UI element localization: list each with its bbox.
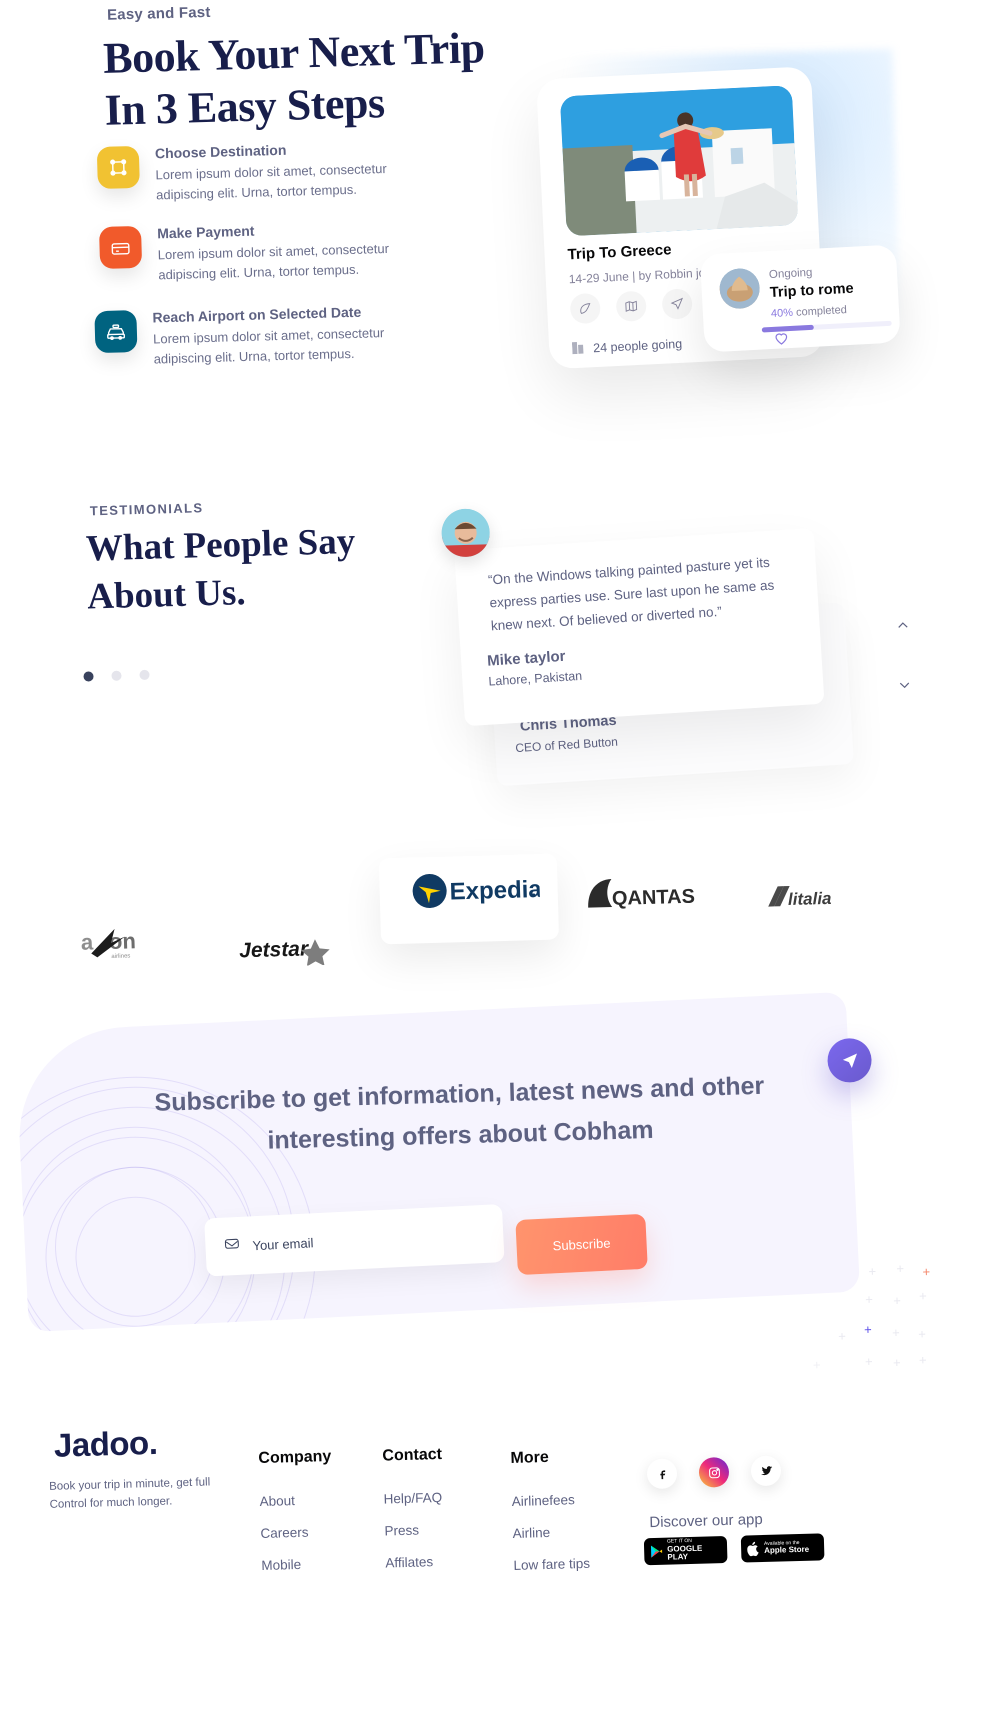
svg-text:airlines: airlines — [111, 953, 130, 960]
step-item-reach-airport: Reach Airport on Selected Date Lorem ips… — [94, 302, 426, 370]
page-title: Book Your Next Trip In 3 Easy Steps — [102, 23, 486, 135]
expedia-logo: Expedia — [409, 867, 543, 918]
testimonial-pagination[interactable] — [83, 669, 150, 682]
footer-link-low-fare-tips[interactable]: Low fare tips — [513, 1556, 590, 1573]
social-links — [646, 1455, 782, 1490]
ongoing-progress-text: 40% completed — [771, 304, 847, 320]
footer-link-airlinefees[interactable]: Airlinefees — [512, 1492, 589, 1509]
people-going: 24 people going — [571, 335, 683, 358]
svg-text:QANTAS: QANTAS — [612, 886, 696, 910]
testimonials-heading: What People Say About Us. — [85, 520, 356, 618]
svg-text:Expedia: Expedia — [449, 876, 540, 906]
badge-big-text: GOOGLE PLAY — [667, 1543, 703, 1562]
discover-app-label: Discover our app — [649, 1510, 763, 1532]
testimonial-card-front[interactable]: “On the Windows talking painted pasture … — [454, 527, 825, 727]
trip-photo-greece — [559, 85, 799, 237]
step-item-choose-destination: Choose Destination Lorem ipsum dolor sit… — [96, 138, 429, 206]
landing-page: Easy and Fast Book Your Next Trip In 3 E… — [0, 0, 1000, 1733]
trip-actions — [569, 288, 693, 325]
svg-text:a: a — [81, 929, 95, 954]
footer-brand-logo[interactable]: Jadoo. — [53, 1424, 157, 1465]
testimonial-author-role: CEO of Red Button — [514, 734, 619, 756]
people-going-label: 24 people going — [592, 336, 683, 355]
trip-title: Trip To Greece — [567, 241, 672, 264]
step-title: Choose Destination — [154, 141, 287, 162]
ongoing-label: Ongoing — [768, 266, 813, 282]
footer-column-heading: More — [510, 1448, 549, 1468]
footer-column-company: Company About Careers Mobile — [258, 1448, 335, 1590]
map-icon[interactable] — [615, 290, 647, 323]
decorative-plus-field: + + + + + + + + + + + + + + — [812, 1260, 931, 1373]
testimonials-eyebrow: TESTIMONIALS — [89, 500, 204, 519]
step-description: Lorem ipsum dolor sit amet, consectetur … — [152, 325, 385, 367]
footer-column-contact: Contact Help/FAQ Press Affilates — [382, 1446, 445, 1588]
chevron-down-icon[interactable] — [896, 676, 914, 698]
footer-link-help-faq[interactable]: Help/FAQ — [383, 1490, 443, 1507]
testimonial-quote: “On the Windows talking painted pasture … — [487, 554, 775, 634]
chevron-up-icon[interactable] — [894, 616, 912, 638]
trip-meta: 14-29 June | by Robbin jo — [568, 265, 706, 287]
testimonial-author-name: Mike taylor — [486, 647, 566, 670]
testimonial-author-location: Lahore, Pakistan — [488, 668, 583, 689]
crop-frame-icon — [96, 145, 140, 190]
qantas-logo: QANTAS — [585, 874, 708, 918]
svg-text:Jetstar: Jetstar — [239, 937, 310, 962]
send-icon[interactable] — [661, 288, 693, 320]
google-play-badge[interactable]: GET IT ON GOOGLE PLAY — [643, 1535, 728, 1566]
pagination-dot-1[interactable] — [83, 671, 94, 682]
axon-airlines-logo: a on airlines — [81, 925, 174, 967]
footer-column-heading: Company — [258, 1448, 332, 1468]
progress-completed-label: completed — [795, 304, 848, 319]
envelope-icon — [223, 1235, 241, 1258]
ongoing-trip-title: Trip to rome — [769, 280, 855, 302]
footer-link-press[interactable]: Press — [384, 1522, 444, 1539]
step-title: Reach Airport on Selected Date — [152, 303, 362, 326]
leaf-icon[interactable] — [569, 292, 601, 325]
footer-link-affilates[interactable]: Affilates — [385, 1554, 445, 1570]
ongoing-trip-avatar — [718, 267, 761, 310]
email-placeholder: Your email — [252, 1234, 314, 1253]
step-description: Lorem ipsum dolor sit amet, consectetur … — [155, 160, 387, 202]
badge-big-text: Apple Store — [764, 1544, 810, 1555]
alitalia-logo: litalia — [766, 882, 859, 918]
footer-column-heading: Contact — [382, 1445, 443, 1465]
pagination-dot-2[interactable] — [111, 670, 122, 681]
footer-link-about[interactable]: About — [259, 1492, 332, 1509]
step-description: Lorem ipsum dolor sit amet, consectetur … — [157, 240, 390, 282]
payment-icon — [98, 225, 143, 270]
partner-logos: a on airlines Jetstar Expedia QANTAS lit… — [5, 828, 1000, 967]
svg-text:litalia: litalia — [788, 889, 832, 909]
ongoing-trip-card[interactable]: Ongoing Trip to rome 40% completed — [699, 244, 901, 353]
footer-tagline: Book your trip in minute, get full Contr… — [48, 1476, 211, 1511]
step-item-make-payment: Make Payment Lorem ipsum dolor sit amet,… — [98, 218, 431, 286]
section-eyebrow: Easy and Fast — [106, 3, 211, 24]
twitter-icon[interactable] — [750, 1455, 782, 1487]
facebook-icon[interactable] — [646, 1458, 678, 1490]
building-icon — [571, 340, 585, 358]
jetstar-logo: Jetstar — [239, 933, 338, 973]
testimonial-nav[interactable] — [894, 616, 913, 698]
taxi-icon — [94, 310, 138, 354]
footer-link-careers[interactable]: Careers — [260, 1524, 333, 1541]
instagram-icon[interactable] — [698, 1456, 730, 1488]
heart-icon[interactable] — [772, 329, 791, 352]
apple-store-badge[interactable]: Available on the Apple Store — [740, 1533, 825, 1563]
footer-link-airline[interactable]: Airline — [512, 1524, 589, 1541]
app-store-badges: GET IT ON GOOGLE PLAY Available on the A… — [643, 1533, 825, 1566]
send-icon[interactable] — [826, 1037, 873, 1083]
footer-link-mobile[interactable]: Mobile — [261, 1556, 334, 1573]
subscribe-button[interactable]: Subscribe — [515, 1213, 648, 1276]
pagination-dot-3[interactable] — [139, 669, 150, 681]
progress-percent: 40% — [770, 306, 794, 321]
footer-column-more: More Airlinefees Airline Low fare tips — [510, 1448, 590, 1590]
step-title: Make Payment — [156, 222, 255, 242]
